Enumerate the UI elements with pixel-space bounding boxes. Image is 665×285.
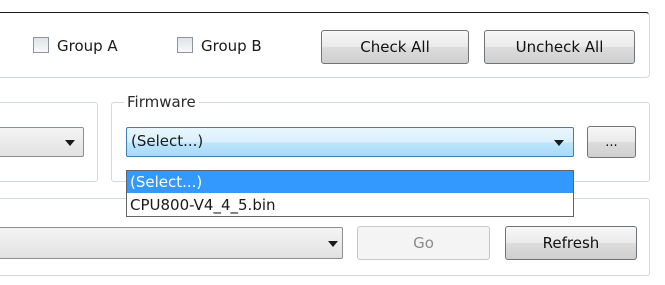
firmware-legend: Firmware	[124, 93, 199, 111]
left-combo[interactable]	[0, 127, 84, 157]
group-a-checkbox[interactable]	[33, 37, 49, 53]
dropdown-option[interactable]: (Select...)	[127, 171, 573, 193]
chevron-down-icon	[65, 140, 75, 146]
dropdown-option[interactable]: CPU800-V4_4_5.bin	[127, 194, 573, 216]
uncheck-all-button[interactable]: Uncheck All	[484, 30, 635, 64]
firmware-select-value: (Select...)	[131, 132, 204, 150]
group-a-label[interactable]: Group A	[57, 37, 118, 55]
refresh-button[interactable]: Refresh	[505, 226, 637, 260]
group-b-checkbox[interactable]	[177, 37, 193, 53]
browse-firmware-button[interactable]: ...	[587, 126, 636, 158]
chevron-down-icon	[554, 140, 564, 146]
firmware-select[interactable]: (Select...)	[126, 127, 574, 157]
group-b-label[interactable]: Group B	[201, 37, 262, 55]
go-button[interactable]: Go	[357, 226, 490, 260]
chevron-down-icon	[328, 241, 338, 247]
firmware-dropdown-list: (Select...) CPU800-V4_4_5.bin	[126, 170, 574, 217]
bottom-combo[interactable]	[0, 227, 343, 259]
check-all-button[interactable]: Check All	[321, 30, 469, 64]
